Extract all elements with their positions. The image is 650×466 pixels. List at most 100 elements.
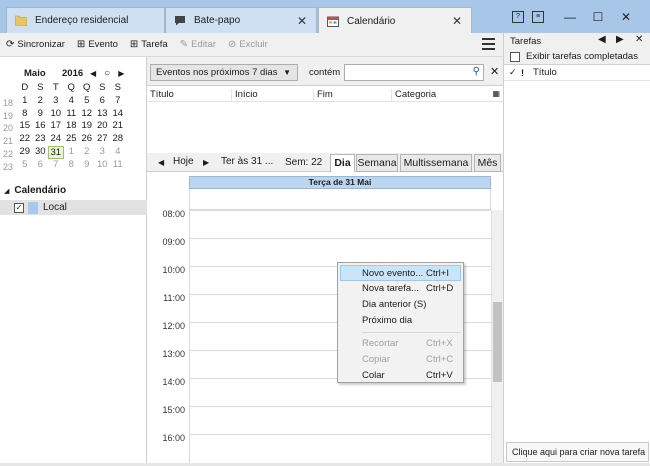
calendar-list-header[interactable]: ◢ Calendário	[4, 185, 147, 196]
day-cell[interactable]: 8	[17, 108, 33, 121]
menu-icon[interactable]	[482, 38, 495, 53]
column-end[interactable]: Fim	[313, 89, 333, 102]
day-cell[interactable]: 30	[33, 146, 49, 159]
day-cell[interactable]: 5	[17, 159, 33, 172]
day-cell[interactable]: 9	[79, 159, 95, 172]
prev-day-icon[interactable]: ◀	[158, 158, 164, 167]
day-cell[interactable]: 26	[79, 133, 95, 146]
day-cell[interactable]: 31	[48, 145, 64, 159]
search-icon[interactable]: ⚲	[473, 66, 480, 77]
day-cell[interactable]: 6	[95, 95, 111, 108]
close-tab-icon[interactable]: ✕	[297, 14, 307, 28]
tab-bate-papo[interactable]: Bate-papo ✕	[165, 7, 317, 33]
menu-item-cut[interactable]: Recortar Ctrl+X	[338, 336, 463, 352]
tab-week[interactable]: Semana	[356, 154, 398, 172]
menu-item-previous-day[interactable]: Dia anterior (S)	[338, 297, 463, 313]
day-cell[interactable]: 29	[17, 146, 33, 159]
todo-toggle-icon[interactable]: ≡	[532, 10, 544, 23]
sync-button[interactable]: ⟳ Sincronizar	[6, 39, 65, 50]
close-window-button[interactable]: ✕	[612, 10, 640, 24]
month-label[interactable]: Maio	[24, 68, 62, 79]
tasks-toggle-icon[interactable]: ?	[512, 10, 524, 23]
priority-column-icon[interactable]: !	[521, 68, 533, 78]
day-cell[interactable]: 21	[110, 120, 126, 133]
column-title[interactable]: Título	[147, 89, 174, 102]
day-cell[interactable]: 5	[79, 95, 95, 108]
delete-button[interactable]: ⊘ Excluir	[228, 39, 268, 50]
show-completed-option[interactable]: Exibir tarefas completadas	[504, 49, 650, 65]
day-cell[interactable]: 15	[17, 120, 33, 133]
day-cell[interactable]: 1	[64, 146, 80, 159]
next-icon[interactable]: ▶	[616, 34, 624, 45]
close-pane-icon[interactable]: ✕	[635, 34, 643, 45]
column-start[interactable]: Início	[231, 89, 258, 102]
edit-button[interactable]: ✎ Editar	[180, 39, 216, 50]
tab-calendario[interactable]: Calendário ✕	[318, 7, 472, 34]
day-cell[interactable]: 9	[33, 108, 49, 121]
new-task-button[interactable]: ⊞ Tarefa	[130, 39, 168, 50]
day-cell[interactable]: 1	[17, 95, 33, 108]
menu-item-paste[interactable]: Colar Ctrl+V	[338, 368, 463, 384]
day-cell[interactable]: 3	[48, 95, 64, 108]
day-cell[interactable]: 11	[64, 108, 80, 121]
day-cell[interactable]: 13	[95, 108, 111, 121]
tab-day[interactable]: Dia	[330, 154, 355, 172]
menu-item-next-day[interactable]: Próximo dia	[338, 313, 463, 329]
prev-month-icon[interactable]: ◀	[90, 69, 96, 78]
prev-icon[interactable]: ◀	[598, 34, 606, 45]
new-event-button[interactable]: ⊞ Evento	[77, 39, 118, 50]
next-day-icon[interactable]: ▶	[203, 158, 209, 167]
close-tab-icon[interactable]: ✕	[452, 14, 462, 28]
today-circle-icon[interactable]: ○	[104, 68, 110, 79]
menu-item-new-task[interactable]: Nova tarefa... Ctrl+D	[338, 281, 463, 297]
day-cell[interactable]: 20	[95, 120, 111, 133]
day-cell[interactable]: 2	[33, 95, 49, 108]
all-day-row[interactable]	[189, 189, 491, 210]
day-cell[interactable]: 4	[110, 146, 126, 159]
day-cell[interactable]: 18	[64, 120, 80, 133]
day-cell[interactable]: 4	[64, 95, 80, 108]
day-cell[interactable]: 10	[48, 108, 64, 121]
calendar-checkbox[interactable]: ✓	[14, 202, 24, 213]
completed-column-icon[interactable]: ✓	[509, 67, 521, 78]
new-task-input[interactable]: Clique aqui para criar nova tarefa	[506, 442, 649, 462]
vertical-scrollbar[interactable]	[491, 210, 503, 466]
minimize-button[interactable]: —	[556, 10, 584, 24]
day-cell[interactable]: 16	[33, 120, 49, 133]
close-filter-icon[interactable]: ✕	[490, 65, 499, 78]
day-cell[interactable]: 25	[64, 133, 80, 146]
day-cell[interactable]: 3	[95, 146, 111, 159]
day-cell[interactable]: 11	[110, 159, 126, 172]
day-cell[interactable]: 7	[48, 159, 64, 172]
day-cell[interactable]: 22	[17, 133, 33, 146]
day-cell[interactable]: 23	[33, 133, 49, 146]
next-month-icon[interactable]: ▶	[118, 69, 124, 78]
tab-month[interactable]: Mês	[474, 154, 501, 172]
day-cell[interactable]: 27	[95, 133, 111, 146]
calendar-item-local[interactable]: ✓ Local	[0, 200, 147, 215]
day-cell[interactable]: 14	[110, 108, 126, 121]
column-picker-icon[interactable]: ▦	[492, 89, 500, 98]
day-cell[interactable]: 7	[110, 95, 126, 108]
day-cell[interactable]: 19	[79, 120, 95, 133]
day-cell[interactable]: 8	[64, 159, 80, 172]
event-filter-select[interactable]: Eventos nos próximos 7 dias ▼	[150, 64, 298, 81]
scrollbar-thumb[interactable]	[493, 302, 502, 382]
day-cell[interactable]: 10	[95, 159, 111, 172]
day-cell[interactable]: 6	[33, 159, 49, 172]
maximize-button[interactable]: ☐	[584, 10, 612, 24]
day-cell[interactable]: 24	[48, 133, 64, 146]
day-cell[interactable]: 12	[79, 108, 95, 121]
menu-item-new-event[interactable]: Novo evento... Ctrl+I	[340, 265, 461, 281]
menu-item-copy[interactable]: Copiar Ctrl+C	[338, 352, 463, 368]
column-category[interactable]: Categoria	[391, 89, 436, 102]
tab-endereco-residencial[interactable]: Endereço residencial	[6, 7, 165, 33]
tasks-column-title[interactable]: Título	[533, 67, 557, 78]
day-cell[interactable]: 2	[79, 146, 95, 159]
today-button[interactable]: Hoje	[173, 156, 194, 167]
day-cell[interactable]: 28	[110, 133, 126, 146]
year-label[interactable]: 2016	[62, 68, 90, 79]
tab-multiweek[interactable]: Multissemana	[400, 154, 472, 172]
day-cell[interactable]: 17	[48, 120, 64, 133]
search-input[interactable]: ⚲	[344, 64, 484, 81]
